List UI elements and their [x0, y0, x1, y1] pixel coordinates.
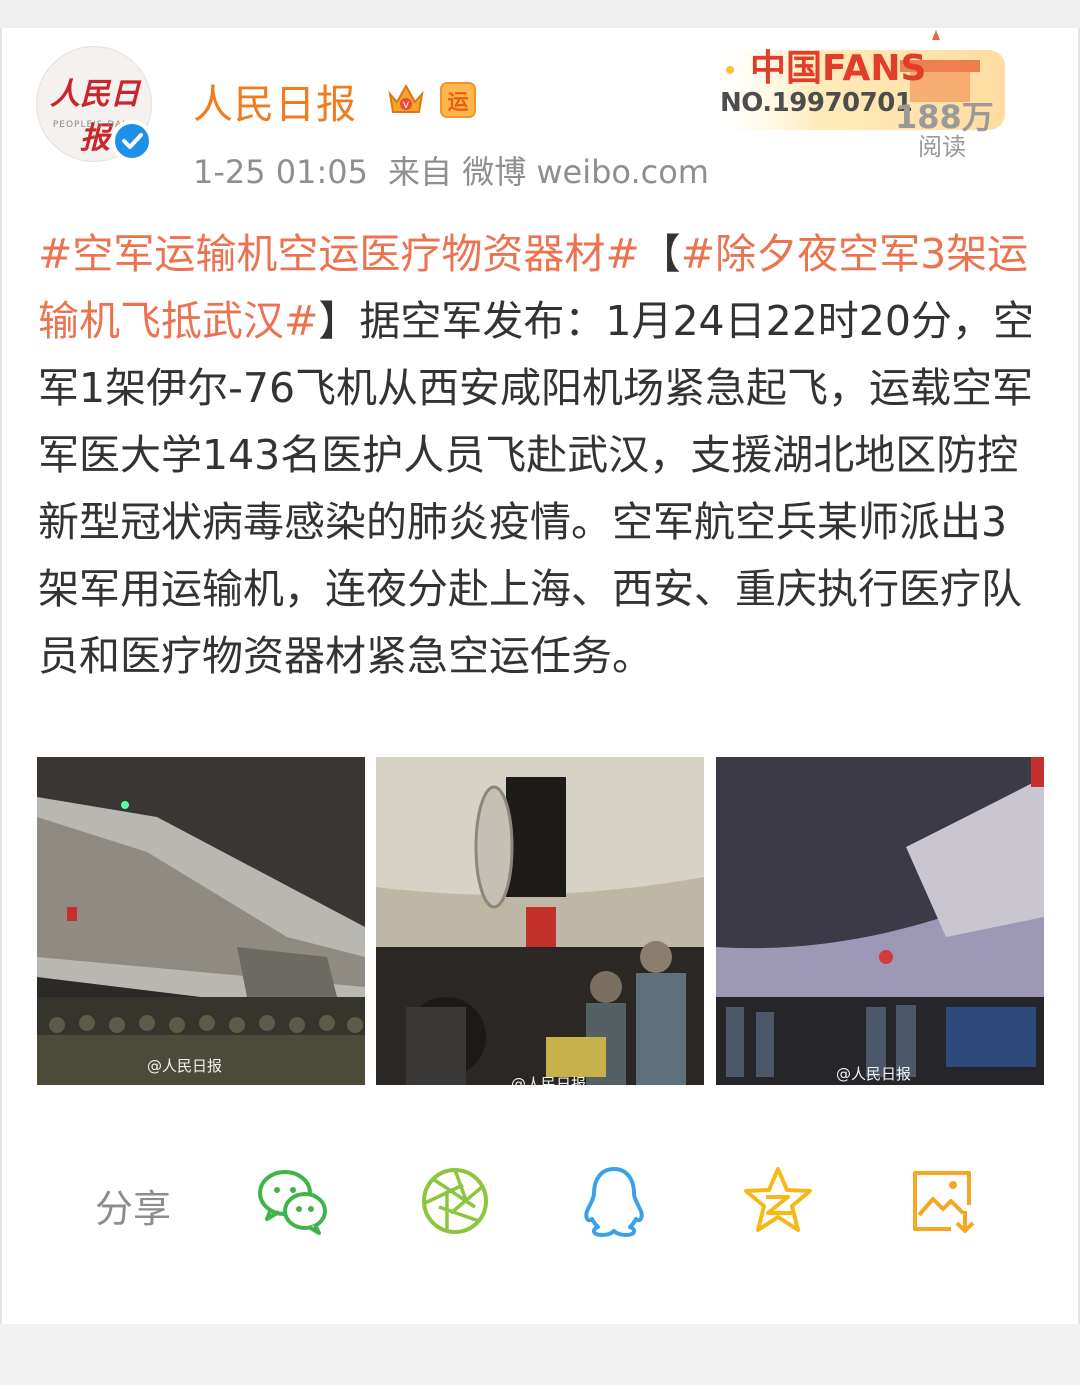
read-label: 阅读	[918, 133, 966, 161]
bracket-open: 【	[639, 230, 681, 278]
fans-brand: 中国FANS	[750, 48, 926, 89]
verified-badge-icon	[111, 120, 153, 162]
post-image-3[interactable]: @人民日报	[716, 757, 1044, 1085]
post-image-1[interactable]: @人民日报	[37, 757, 365, 1085]
wechat-icon[interactable]	[255, 1163, 331, 1239]
fans-number: NO.19970701	[720, 88, 913, 118]
yun-badge: 运	[440, 82, 476, 118]
post-content: #空军运输机空运医疗物资器材#【#除夕夜空军3架运输机飞抵武汉#】据空军发布：1…	[38, 221, 1038, 690]
share-label: 分享	[95, 1187, 172, 1231]
post-time: 1-25 01:05	[193, 153, 369, 191]
hashtag-link[interactable]: #空军运输机空运医疗物资器材#	[38, 230, 640, 278]
post-image-2[interactable]: @人民日报	[376, 757, 704, 1085]
post-text: 据空军发布：1月24日22时20分，空军1架伊尔-76飞机从西安咸阳机场紧急起飞…	[38, 297, 1034, 680]
qq-icon[interactable]	[576, 1163, 652, 1239]
moments-icon[interactable]	[417, 1163, 493, 1239]
image-watermark: @人民日报	[147, 1057, 223, 1075]
image-watermark: @人民日报	[836, 1065, 912, 1083]
crown-icon: V	[385, 78, 427, 120]
svg-text:V: V	[403, 101, 410, 111]
top-strip	[0, 0, 1080, 28]
image-watermark: @人民日报	[511, 1075, 587, 1085]
bottom-strip	[0, 1324, 1080, 1385]
post-source: 来自 微博 weibo.com	[388, 153, 709, 191]
author-name[interactable]: 人民日报	[193, 72, 357, 130]
bracket-close: 】	[318, 297, 360, 345]
post-meta: 1-25 01:05 来自 微博 weibo.com	[193, 147, 709, 193]
qzone-icon[interactable]	[740, 1163, 816, 1239]
save-image-icon[interactable]	[905, 1163, 981, 1239]
